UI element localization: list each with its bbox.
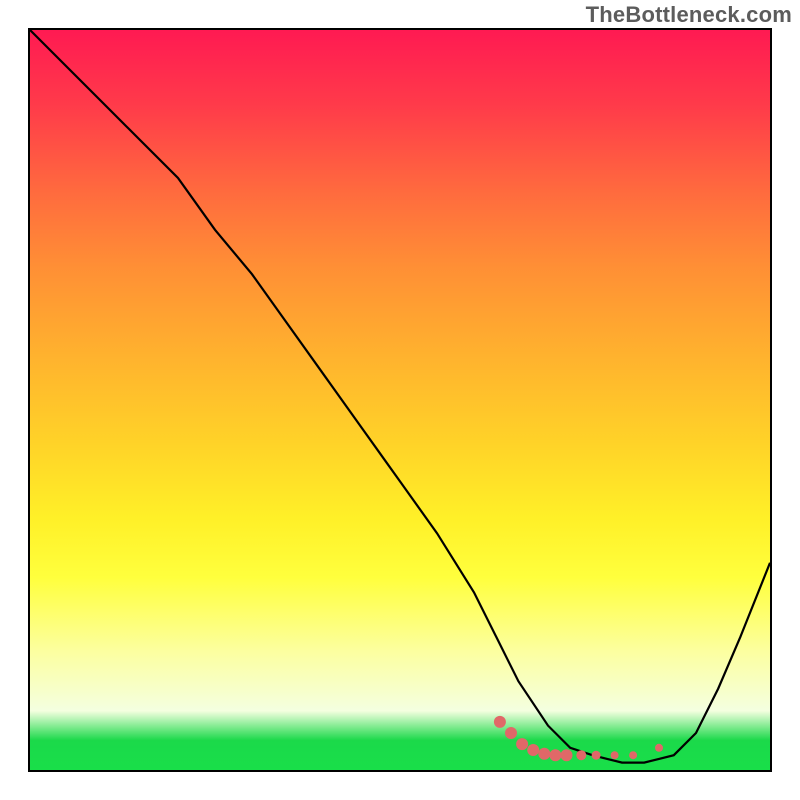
curve-marker <box>611 751 619 759</box>
watermark-label: TheBottleneck.com <box>586 2 792 28</box>
curve-marker <box>592 751 601 760</box>
curve-path <box>30 30 770 763</box>
curve-marker <box>655 744 663 752</box>
curve-marker <box>538 748 550 760</box>
curve-marker <box>561 749 573 761</box>
curve-marker <box>629 751 637 759</box>
curve-marker <box>549 749 561 761</box>
curve-marker <box>494 716 506 728</box>
curve-marker <box>516 738 528 750</box>
marker-group <box>494 716 663 761</box>
curve-marker <box>505 727 517 739</box>
chart-plot-area <box>28 28 772 772</box>
curve-marker <box>576 750 586 760</box>
bottleneck-curve <box>30 30 770 770</box>
curve-marker <box>527 744 539 756</box>
